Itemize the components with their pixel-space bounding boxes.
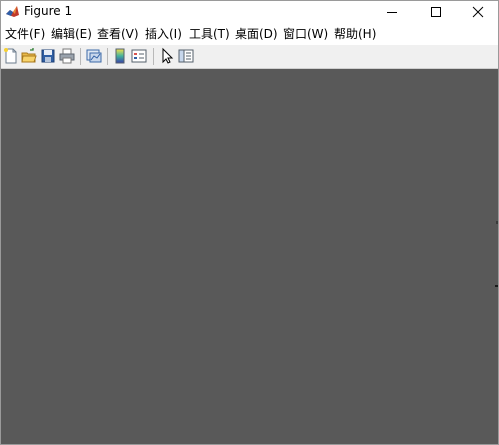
toolbar-separator [107,48,108,65]
figure-toolbar [1,45,498,69]
maximize-button[interactable] [414,1,458,23]
save-icon [41,49,55,63]
link-plot-button[interactable] [85,47,103,65]
edge-mark [495,285,498,287]
toolbar-separator [80,48,81,65]
minimize-icon [387,12,397,13]
insert-legend-icon [131,49,147,63]
new-figure-icon [4,48,17,64]
figure-canvas[interactable] [1,69,498,444]
menu-edit[interactable]: 编辑(E) [51,27,92,42]
menu-help[interactable]: 帮助(H) [334,27,376,42]
print-button[interactable] [58,47,76,65]
minimize-button[interactable] [370,1,414,23]
save-button[interactable] [39,47,57,65]
open-file-icon [21,48,37,63]
open-file-button[interactable] [20,47,38,65]
print-icon [59,48,75,64]
maximize-icon [431,7,441,17]
menu-insert[interactable]: 插入(I) [145,27,182,42]
menu-window[interactable]: 窗口(W) [283,27,328,42]
insert-legend-button[interactable] [130,47,148,65]
close-button[interactable] [456,1,499,23]
menu-tools[interactable]: 工具(T) [189,27,230,42]
new-figure-button[interactable] [2,47,20,65]
menu-desktop[interactable]: 桌面(D) [235,27,278,42]
toolbar-separator [153,48,154,65]
property-inspector-icon [178,49,194,63]
edit-plot-button[interactable] [158,47,176,65]
matlab-logo-icon [5,4,20,19]
link-plot-icon [86,49,102,63]
property-inspector-button[interactable] [177,47,195,65]
title-bar[interactable]: Figure 1 [1,1,498,23]
edge-mark [496,221,498,224]
menu-view[interactable]: 查看(V) [97,27,139,42]
edit-plot-cursor-icon [162,47,174,64]
menu-file[interactable]: 文件(F) [5,27,45,42]
insert-colorbar-icon [115,48,125,64]
window-title: Figure 1 [24,4,73,18]
figure-window: Figure 1 文件(F) 编辑(E) 查看(V) 插入(I) 工具(T) 桌… [0,0,499,445]
insert-colorbar-button[interactable] [111,47,129,65]
close-icon [472,6,484,18]
menu-bar: 文件(F) 编辑(E) 查看(V) 插入(I) 工具(T) 桌面(D) 窗口(W… [1,24,498,45]
